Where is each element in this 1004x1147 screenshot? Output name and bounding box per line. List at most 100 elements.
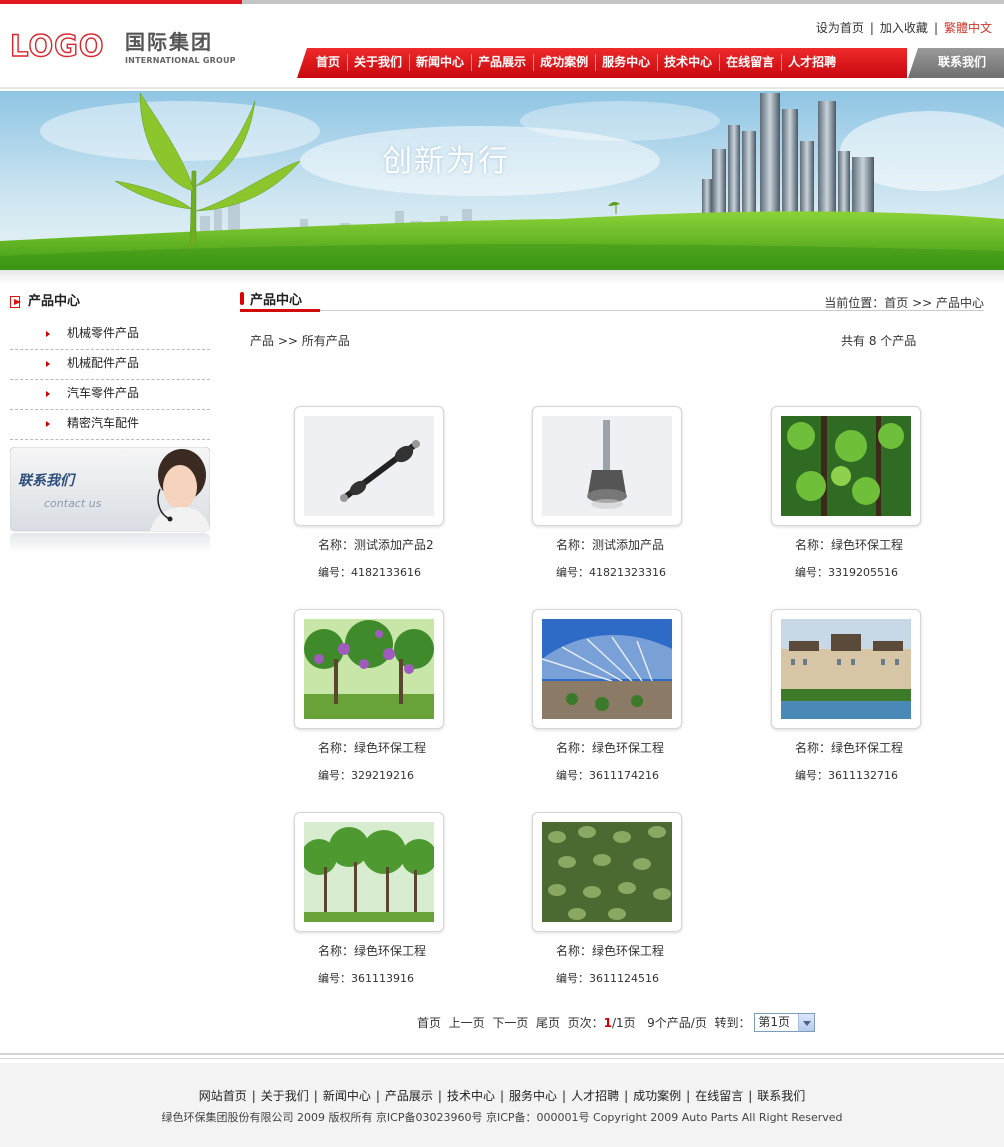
- main-nav: 首页 关于我们 新闻中心 产品展示 成功案例 服务中心 技术中心 在线留言 人才…: [297, 48, 907, 78]
- footer-link-home[interactable]: 网站首页: [199, 1089, 247, 1103]
- product-code: 编号：41821323316: [556, 566, 666, 579]
- arrow-right-icon: [46, 391, 50, 397]
- footer-divider: [0, 1053, 1004, 1055]
- copyright: 绿色环保集团股份有限公司 2009 版权所有 京ICP备03023960号 京I…: [161, 1111, 843, 1124]
- sidebar-item-precision-auto-parts[interactable]: 精密汽车配件: [10, 410, 210, 440]
- svg-text:联系我们: 联系我们: [18, 472, 77, 489]
- product-name[interactable]: 名称：绿色环保工程: [556, 942, 664, 959]
- sidebar-item-mechanical-accessories[interactable]: 机械配件产品: [10, 350, 210, 380]
- footer-link-service[interactable]: 服务中心: [509, 1089, 557, 1103]
- nav-contact-label: 联系我们: [938, 55, 987, 69]
- sidebar-title: 产品中心: [10, 290, 80, 309]
- product-image: [542, 416, 672, 516]
- product-name[interactable]: 名称：绿色环保工程: [795, 536, 903, 553]
- footer: [0, 1063, 1004, 1147]
- breadcrumb: 产品 >> 所有产品: [250, 334, 350, 348]
- product-name[interactable]: 名称：测试添加产品2: [318, 536, 434, 553]
- contact-us-banner[interactable]: 联系我们 contact us: [9, 446, 211, 553]
- page-select[interactable]: 第1页: [754, 1013, 816, 1032]
- company-name-en: INTERNATIONAL GROUP: [125, 56, 236, 65]
- nav-item-jobs[interactable]: 人才招聘: [781, 48, 843, 78]
- product-image: [304, 619, 434, 719]
- next-page-link[interactable]: 下一页: [492, 1016, 528, 1030]
- product-thumbnail[interactable]: [771, 406, 921, 526]
- current-location: 当前位置：首页 >> 产品中心: [824, 296, 984, 310]
- last-page-link[interactable]: 尾页: [536, 1016, 560, 1030]
- footer-link-message[interactable]: 在线留言: [695, 1089, 743, 1103]
- product-code: 编号：3611124516: [556, 972, 659, 985]
- product-thumbnail[interactable]: [771, 609, 921, 729]
- nav-item-products[interactable]: 产品展示: [471, 48, 533, 78]
- product-name[interactable]: 名称：绿色环保工程: [318, 739, 426, 756]
- main-title-underline: [240, 309, 320, 312]
- product-code: 编号：3319205516: [795, 566, 898, 579]
- arrow-right-icon: [46, 361, 50, 367]
- product-image: [781, 416, 911, 516]
- arrow-right-icon: [46, 331, 50, 337]
- prev-page-link[interactable]: 上一页: [449, 1016, 485, 1030]
- set-homepage-link[interactable]: 设为首页: [816, 21, 864, 35]
- company-name-cn: 国际集团: [125, 30, 213, 54]
- product-image: [304, 416, 434, 516]
- banner-shadow: [0, 270, 1004, 284]
- nav-item-message[interactable]: 在线留言: [719, 48, 781, 78]
- footer-link-products[interactable]: 产品展示: [385, 1089, 433, 1103]
- product-name[interactable]: 名称：绿色环保工程: [795, 739, 903, 756]
- svg-text:LOGO: LOGO: [10, 30, 105, 60]
- page-label: 页次：: [567, 1016, 604, 1030]
- nav-item-cases[interactable]: 成功案例: [533, 48, 595, 78]
- product-image: [781, 619, 911, 719]
- product-thumbnail[interactable]: [532, 609, 682, 729]
- goto-label: 转到：: [714, 1016, 751, 1030]
- traditional-chinese-link[interactable]: 繁體中文: [944, 21, 992, 35]
- sidebar-title-text: 产品中心: [28, 294, 81, 309]
- footer-link-tech[interactable]: 技术中心: [447, 1089, 495, 1103]
- nav-item-about[interactable]: 关于我们: [347, 48, 409, 78]
- footer-link-news[interactable]: 新闻中心: [323, 1089, 371, 1103]
- add-favorite-link[interactable]: 加入收藏: [880, 21, 928, 35]
- logo[interactable]: LOGO: [10, 30, 116, 60]
- nav-item-home[interactable]: 首页: [309, 48, 347, 78]
- product-name[interactable]: 名称：绿色环保工程: [556, 739, 664, 756]
- first-page-link[interactable]: 首页: [417, 1016, 441, 1030]
- banner-image: [0, 91, 1004, 270]
- hero-banner: 创新为行: [0, 91, 1004, 270]
- product-thumbnail[interactable]: [294, 406, 444, 526]
- footer-link-contact[interactable]: 联系我们: [757, 1089, 805, 1103]
- product-thumbnail[interactable]: [532, 812, 682, 932]
- pagination: 首页 上一页 下一页 尾页 页次：1/1页 9个产品/页 转到： 第1页: [417, 1013, 816, 1032]
- top-links: 设为首页 | 加入收藏 | 繁體中文: [815, 21, 992, 35]
- header-divider: [0, 87, 1004, 89]
- product-image: [304, 822, 434, 922]
- product-code: 编号：4182133616: [318, 566, 421, 579]
- nav-item-contact[interactable]: 联系我们: [908, 48, 1004, 78]
- product-code: 编号：361113916: [318, 972, 414, 985]
- product-image: [542, 619, 672, 719]
- main-title-text: 产品中心: [250, 293, 303, 308]
- page-current: 1: [603, 1016, 612, 1030]
- product-thumbnail[interactable]: [294, 609, 444, 729]
- product-code: 编号：3611132716: [795, 769, 898, 782]
- arrow-box-icon: [10, 295, 21, 308]
- product-thumbnail[interactable]: [532, 406, 682, 526]
- arrow-right-icon: [46, 421, 50, 427]
- footer-link-cases[interactable]: 成功案例: [633, 1089, 681, 1103]
- nav-item-tech[interactable]: 技术中心: [657, 48, 719, 78]
- product-name[interactable]: 名称：绿色环保工程: [318, 942, 426, 959]
- sidebar-item-auto-parts[interactable]: 汽车零件产品: [10, 380, 210, 410]
- product-code: 编号：329219216: [318, 769, 414, 782]
- sidebar-item-mechanical-parts[interactable]: 机械零件产品: [10, 320, 210, 350]
- product-image: [542, 822, 672, 922]
- footer-link-jobs[interactable]: 人才招聘: [571, 1089, 619, 1103]
- page-select-value: 第1页: [758, 1015, 790, 1029]
- sidebar-category-list: 机械零件产品 机械配件产品 汽车零件产品 精密汽车配件: [10, 320, 210, 440]
- product-name[interactable]: 名称：测试添加产品: [556, 536, 664, 553]
- nav-item-news[interactable]: 新闻中心: [409, 48, 471, 78]
- product-code: 编号：3611174216: [556, 769, 659, 782]
- footer-nav: 网站首页 | 关于我们 | 新闻中心 | 产品展示 | 技术中心 | 服务中心 | 人才招聘 | 成功案例 |…: [198, 1089, 806, 1103]
- chevron-down-icon: [798, 1014, 815, 1031]
- product-count: 共有 8 个产品: [841, 334, 917, 348]
- product-thumbnail[interactable]: [294, 812, 444, 932]
- nav-item-service[interactable]: 服务中心: [595, 48, 657, 78]
- footer-link-about[interactable]: 关于我们: [261, 1089, 309, 1103]
